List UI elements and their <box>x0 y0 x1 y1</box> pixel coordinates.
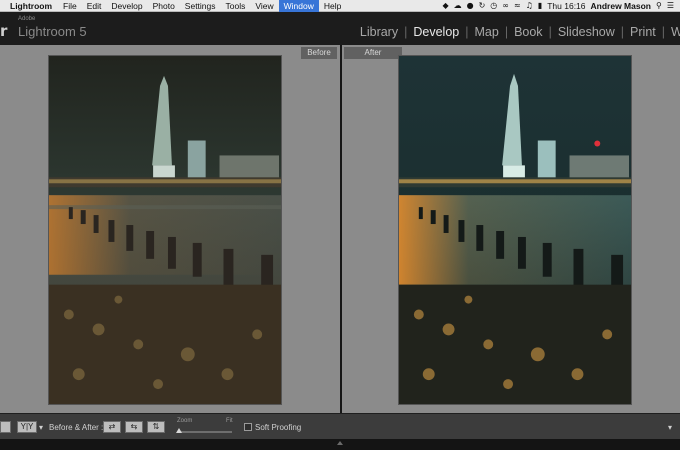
wifi-icon[interactable]: ≈ <box>514 0 521 12</box>
menu-develop[interactable]: Develop <box>106 0 147 12</box>
menu-tools[interactable]: Tools <box>221 0 251 12</box>
module-library[interactable]: Library <box>355 25 403 39</box>
module-map[interactable]: Map <box>469 25 503 39</box>
module-web[interactable]: Web <box>666 25 680 39</box>
module-slideshow[interactable]: Slideshow <box>553 25 620 39</box>
mac-menu-bar: Lightroom File Edit Develop Photo Settin… <box>0 0 680 12</box>
menu-edit[interactable]: Edit <box>82 0 107 12</box>
after-photo-image <box>399 56 631 404</box>
spotlight-icon[interactable]: ⚲ <box>656 0 662 12</box>
zoom-slider[interactable] <box>178 431 232 433</box>
before-photo[interactable] <box>48 55 282 405</box>
menu-file[interactable]: File <box>58 0 82 12</box>
record-icon[interactable]: ● <box>467 0 474 12</box>
menu-help[interactable]: Help <box>319 0 346 12</box>
module-header: r Adobe Lightroom 5 Library | Develop | … <box>0 12 680 45</box>
menu-photo[interactable]: Photo <box>148 0 180 12</box>
after-photo[interactable] <box>398 55 632 405</box>
menu-window[interactable]: Window <box>278 0 319 12</box>
menu-user[interactable]: Andrew Mason <box>591 0 651 12</box>
battery-icon[interactable]: ▮ <box>538 0 542 12</box>
zoom-fit-label: Fit <box>226 418 233 424</box>
brand-adobe: Adobe <box>18 16 36 22</box>
loupe-view-button[interactable] <box>0 421 11 433</box>
zoom-slider-thumb[interactable] <box>176 428 182 433</box>
cloud-icon[interactable]: ☁ <box>454 0 462 12</box>
view-dropdown-icon[interactable]: ▾ <box>39 423 43 432</box>
compare-workspace: Before After <box>0 45 680 413</box>
module-print[interactable]: Print <box>625 25 661 39</box>
zoom-label: Zoom <box>177 418 193 424</box>
compare-divider[interactable] <box>340 45 342 413</box>
volume-icon[interactable]: ♫ <box>526 0 533 12</box>
sync-icon[interactable]: ↻ <box>479 0 486 12</box>
before-after-view-button[interactable]: Y|Y <box>17 421 37 433</box>
copy-after-to-before-button[interactable]: ⇆ <box>125 421 143 433</box>
module-develop[interactable]: Develop <box>408 25 464 39</box>
brand-lightroom: Lightroom 5 <box>18 24 87 39</box>
before-after-label: Before & After : <box>49 423 104 432</box>
dropbox-icon[interactable]: ◆ <box>442 0 448 12</box>
bluetooth-icon[interactable]: ∞ <box>502 0 509 12</box>
menu-settings[interactable]: Settings <box>180 0 221 12</box>
menu-clock[interactable]: Thu 16:16 <box>547 0 585 12</box>
list-icon[interactable]: ☰ <box>667 0 674 12</box>
menu-view[interactable]: View <box>250 0 278 12</box>
soft-proofing-label: Soft Proofing <box>255 423 302 432</box>
show-filmstrip-icon[interactable] <box>337 441 343 445</box>
lightroom-logo-fragment: r <box>0 22 8 40</box>
develop-toolbar: Y|Y ▾ Before & After : ⇄ ⇆ ⇅ Zoom Fit So… <box>0 413 680 439</box>
before-photo-image <box>49 56 281 404</box>
menu-extras: ◆ ☁ ● ↻ ◷ ∞ ≈ ♫ ▮ Thu 16:16 Andrew Mason… <box>442 0 680 12</box>
soft-proofing-checkbox[interactable] <box>244 423 252 431</box>
before-tab: Before <box>301 47 337 59</box>
toolbar-menu-icon[interactable]: ▾ <box>668 423 672 432</box>
filmstrip-collapsed[interactable] <box>0 439 680 450</box>
after-tab: After <box>344 47 402 59</box>
module-book[interactable]: Book <box>509 25 548 39</box>
copy-before-to-after-button[interactable]: ⇄ <box>103 421 121 433</box>
clock-icon[interactable]: ◷ <box>490 0 497 12</box>
swap-before-after-button[interactable]: ⇅ <box>147 421 165 433</box>
module-picker: Library | Develop | Map | Book | Slidesh… <box>355 25 680 39</box>
menu-app-name[interactable]: Lightroom <box>0 0 58 12</box>
